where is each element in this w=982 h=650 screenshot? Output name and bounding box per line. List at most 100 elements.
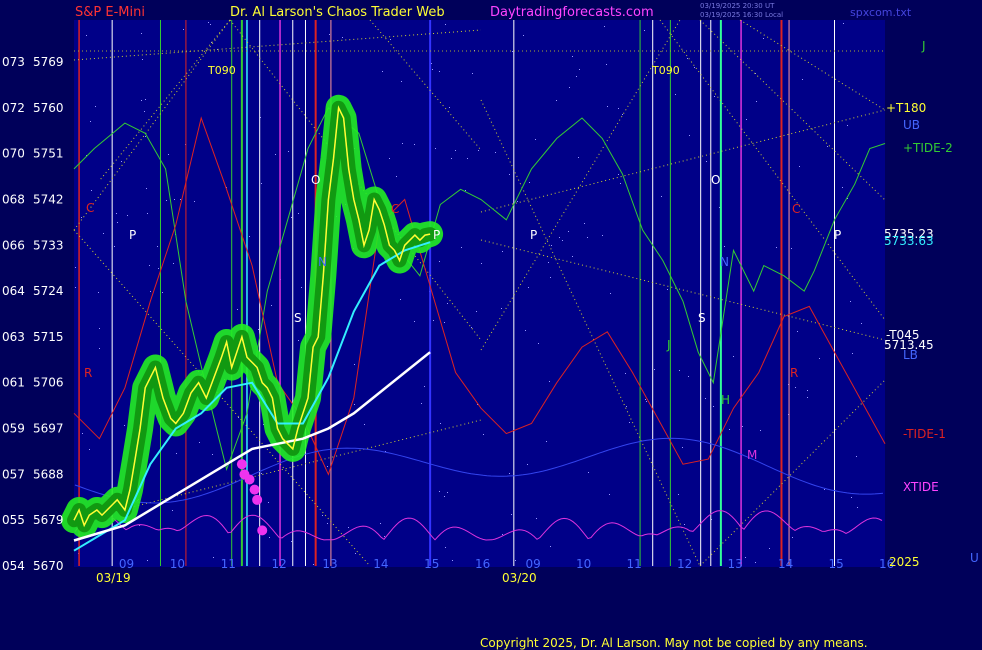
star-dot xyxy=(213,557,214,558)
star-dot xyxy=(261,473,262,474)
star-dot xyxy=(124,425,125,426)
star-dot xyxy=(90,121,91,122)
star-dot xyxy=(733,356,734,357)
star-dot xyxy=(667,289,668,290)
star-dot xyxy=(145,136,146,137)
star-dot xyxy=(689,135,690,136)
right-label: XTIDE xyxy=(903,480,939,494)
star-dot xyxy=(607,106,608,107)
star-dot xyxy=(842,187,843,188)
planet-letter: P xyxy=(530,228,537,242)
star-dot xyxy=(705,398,706,399)
star-dot xyxy=(755,562,756,563)
star-dot xyxy=(168,154,169,155)
star-dot xyxy=(439,491,440,492)
star-dot xyxy=(382,71,383,72)
star-dot xyxy=(291,541,292,542)
star-dot xyxy=(298,340,299,341)
star-dot xyxy=(535,139,536,140)
star-dot xyxy=(713,406,714,407)
star-dot xyxy=(682,447,683,448)
star-dot xyxy=(819,358,820,359)
star-dot xyxy=(646,401,647,402)
price-tick-label: 5742 xyxy=(33,192,64,206)
star-dot xyxy=(288,151,289,152)
site-link[interactable]: Daytradingforecasts.com xyxy=(490,5,654,20)
star-dot xyxy=(556,100,557,101)
star-dot xyxy=(529,182,530,183)
price-tick-label: 5679 xyxy=(33,513,64,527)
star-dot xyxy=(81,217,82,218)
star-dot xyxy=(467,158,468,159)
star-dot xyxy=(802,79,803,80)
instrument-title: S&P E-Mini xyxy=(75,5,145,20)
star-dot xyxy=(629,422,630,423)
star-dot xyxy=(364,424,365,425)
planet-letter: O xyxy=(311,173,320,187)
price-tick-label: 5769 xyxy=(33,55,64,69)
star-dot xyxy=(82,433,83,434)
signal-dot xyxy=(257,525,268,536)
star-dot xyxy=(269,537,270,538)
hour-tick-label: 14 xyxy=(373,557,388,571)
star-dot xyxy=(502,534,503,535)
star-dot xyxy=(776,247,777,248)
hour-tick-label: 09 xyxy=(119,557,134,571)
star-dot xyxy=(237,309,238,310)
star-dot xyxy=(509,174,510,175)
star-dot xyxy=(687,58,688,59)
star-dot xyxy=(719,207,720,208)
star-dot xyxy=(654,369,655,370)
star-dot xyxy=(644,30,645,31)
chart-canvas: 073 5769 072 5760 070 5751 068 5742 066 5733 064 57… xyxy=(2,19,979,585)
star-dot xyxy=(481,263,482,264)
star-dot xyxy=(98,292,99,293)
price-tick-label: 5697 xyxy=(33,422,64,436)
star-dot xyxy=(99,348,100,349)
star-dot xyxy=(827,146,828,147)
star-dot xyxy=(606,64,607,65)
star-dot xyxy=(495,152,496,153)
hour-tick-label: 13 xyxy=(728,557,743,571)
price-tick-label: 5715 xyxy=(33,330,64,344)
star-dot xyxy=(327,466,328,467)
star-dot xyxy=(528,287,529,288)
star-dot xyxy=(141,33,142,34)
star-dot xyxy=(688,376,689,377)
star-dot xyxy=(91,190,92,191)
planet-letter: C xyxy=(86,201,94,215)
star-dot xyxy=(604,26,605,27)
hour-tick-label: 15 xyxy=(424,557,439,571)
star-dot xyxy=(523,35,524,36)
star-dot xyxy=(199,442,200,443)
star-dot xyxy=(354,364,355,365)
star-dot xyxy=(166,200,167,201)
star-dot xyxy=(147,213,148,214)
planet-letter: S xyxy=(294,311,302,325)
tide-tick-label: 072 xyxy=(2,101,25,115)
star-dot xyxy=(396,176,397,177)
star-dot xyxy=(847,125,848,126)
star-dot xyxy=(622,114,623,115)
planet-letter: M xyxy=(747,448,757,462)
star-dot xyxy=(861,323,862,324)
signal-dot xyxy=(239,469,250,480)
star-dot xyxy=(588,472,589,473)
star-dot xyxy=(618,108,619,109)
star-dot xyxy=(298,213,299,214)
hour-tick-label: 12 xyxy=(272,557,287,571)
star-dot xyxy=(150,291,151,292)
star-dot xyxy=(578,157,579,158)
star-dot xyxy=(569,87,570,88)
star-dot xyxy=(162,292,163,293)
star-dot xyxy=(249,236,250,237)
star-dot xyxy=(121,161,122,162)
star-dot xyxy=(238,417,239,418)
star-dot xyxy=(449,107,450,108)
star-dot xyxy=(208,22,209,23)
tide-tick-label: 073 xyxy=(2,55,25,69)
star-dot xyxy=(444,496,445,497)
star-dot xyxy=(313,564,314,565)
star-dot xyxy=(212,454,213,455)
star-dot xyxy=(342,37,343,38)
